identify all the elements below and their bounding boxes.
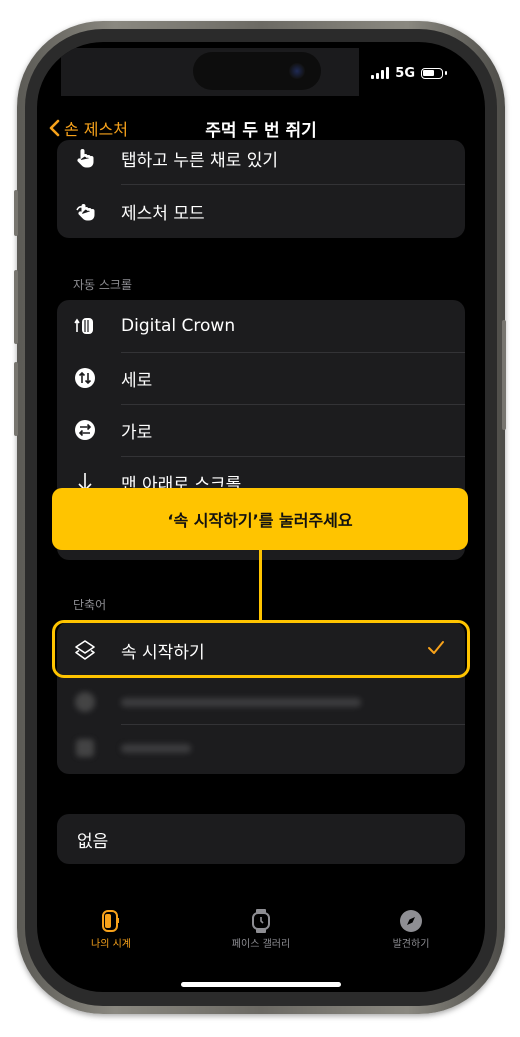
compass-icon <box>351 907 471 935</box>
blurred-shortcut-icon <box>74 691 96 713</box>
tab-face-gallery[interactable]: 페이스 갤러리 <box>201 907 321 950</box>
mute-switch <box>14 190 18 236</box>
status-bar: 5G <box>371 65 447 81</box>
navigation-bar: 손 제스처 주먹 두 번 쥐기 <box>37 104 485 144</box>
battery-tip <box>445 71 447 75</box>
watch-icon <box>51 907 171 935</box>
list-item-label: 가로 <box>121 422 153 443</box>
callout-text: ‘속 시작하기’를 눌러주세요 <box>167 511 353 530</box>
list-item-vertical[interactable]: 세로 <box>57 352 465 404</box>
hand-gesture-icon <box>74 200 96 222</box>
watch-face-gallery-icon <box>201 907 321 935</box>
list-item-label: 없음 <box>77 831 109 852</box>
list-item-gesture-mode[interactable]: 제스처 모드 <box>57 185 465 237</box>
battery-icon <box>421 67 443 79</box>
vertical-arrows-icon <box>74 367 96 389</box>
list-item-label: 세로 <box>121 370 153 391</box>
tab-label: 페이스 갤러리 <box>231 939 291 950</box>
network-label: 5G <box>395 65 415 81</box>
section-header-shortcuts: 단축어 <box>73 598 107 612</box>
hand-tap-hold-icon <box>74 147 96 169</box>
blurred-shortcut-icon <box>74 737 96 759</box>
volume-down-button <box>14 362 18 436</box>
section-header-auto-scroll: 자동 스크롤 <box>73 278 133 292</box>
signal-icon <box>371 67 390 79</box>
page-title: 주먹 두 번 쥐기 <box>205 121 317 141</box>
list-item-label: 제스처 모드 <box>121 203 205 224</box>
list-item-blurred[interactable] <box>57 722 465 774</box>
list-item-horizontal[interactable]: 가로 <box>57 404 465 456</box>
callout-connector <box>259 550 262 622</box>
list-item-label: 탭하고 누른 채로 있기 <box>121 150 278 171</box>
gesture-group: 탭하고 누른 채로 있기 제스처 모드 <box>57 140 465 238</box>
tab-label: 발견하기 <box>392 939 430 950</box>
highlight-box <box>52 620 470 678</box>
none-group: 없음 <box>57 814 465 864</box>
dynamic-island <box>193 52 321 90</box>
digital-crown-icon <box>74 315 96 337</box>
tab-my-watch[interactable]: 나의 시계 <box>51 907 171 950</box>
volume-up-button <box>14 270 18 344</box>
horizontal-arrows-icon <box>74 419 96 441</box>
list-item-label: Digital Crown <box>121 316 236 336</box>
list-item-none[interactable]: 없음 <box>57 814 465 864</box>
power-button <box>502 320 506 430</box>
list-item-tap-hold[interactable]: 탭하고 누른 채로 있기 <box>57 140 465 184</box>
home-indicator[interactable] <box>181 982 341 987</box>
list-item-blurred[interactable] <box>57 676 465 728</box>
tab-bar: 나의 시계 페이스 갤러리 발견하기 <box>37 907 485 967</box>
list-item-digital-crown[interactable]: Digital Crown <box>57 300 465 352</box>
tutorial-callout: ‘속 시작하기’를 눌러주세요 <box>52 488 468 550</box>
tab-discover[interactable]: 발견하기 <box>351 907 471 950</box>
camera-icon <box>289 63 305 79</box>
tab-label: 나의 시계 <box>91 939 131 950</box>
